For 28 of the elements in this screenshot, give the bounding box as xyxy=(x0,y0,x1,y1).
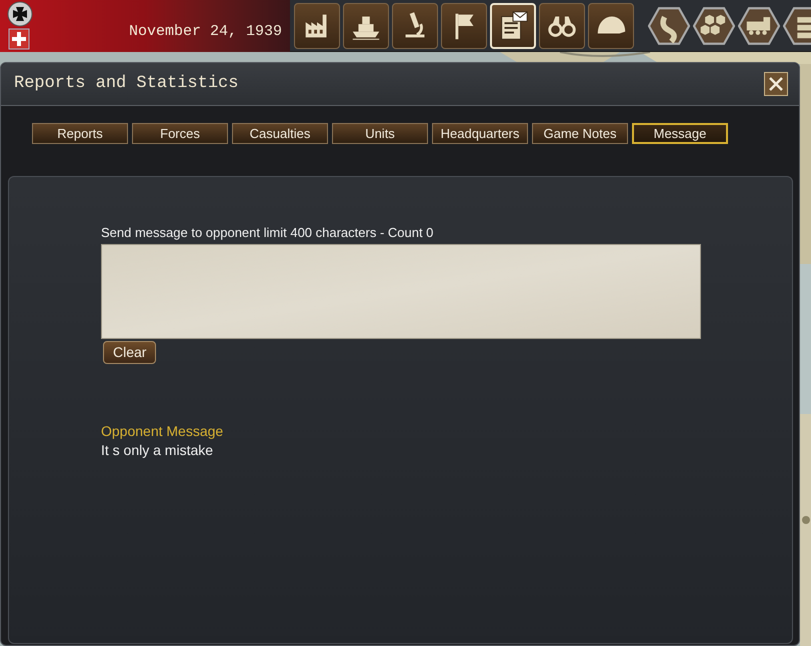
message-limit-label: Send message to opponent limit 400 characters - Count 0 xyxy=(101,224,434,242)
tab[interactable]: Headquarters xyxy=(432,123,528,144)
hex-cluster-button[interactable] xyxy=(693,6,735,46)
clear-button[interactable]: Clear xyxy=(103,341,156,364)
tab[interactable]: Units xyxy=(332,123,428,144)
iron-cross-emblem-icon xyxy=(7,0,33,26)
flag-button[interactable] xyxy=(441,2,487,48)
close-icon xyxy=(768,76,784,92)
tab[interactable]: Message xyxy=(632,123,728,144)
cross-shield-icon xyxy=(8,28,30,50)
ship-button[interactable] xyxy=(343,2,389,48)
locomotive-button[interactable] xyxy=(738,6,780,46)
clipboard-envelope-button[interactable] xyxy=(490,2,536,48)
tab[interactable]: Game Notes xyxy=(532,123,628,144)
tab[interactable]: Casualties xyxy=(232,123,328,144)
binoculars-button[interactable] xyxy=(539,2,585,48)
opponent-message-heading: Opponent Message xyxy=(101,422,224,441)
helmet-button[interactable] xyxy=(588,2,634,48)
window-title: Reports and Statistics xyxy=(14,73,238,96)
microscope-button[interactable] xyxy=(392,2,438,48)
tab[interactable]: Forces xyxy=(132,123,228,144)
close-button[interactable] xyxy=(764,72,788,96)
opponent-message-text: It s only a mistake xyxy=(101,441,214,460)
factory-button[interactable] xyxy=(294,2,340,48)
date-label: November 24, 1939 xyxy=(128,22,282,42)
tab[interactable]: Reports xyxy=(32,123,128,144)
road-hex-button[interactable] xyxy=(648,6,690,46)
message-input-field[interactable] xyxy=(101,244,701,339)
